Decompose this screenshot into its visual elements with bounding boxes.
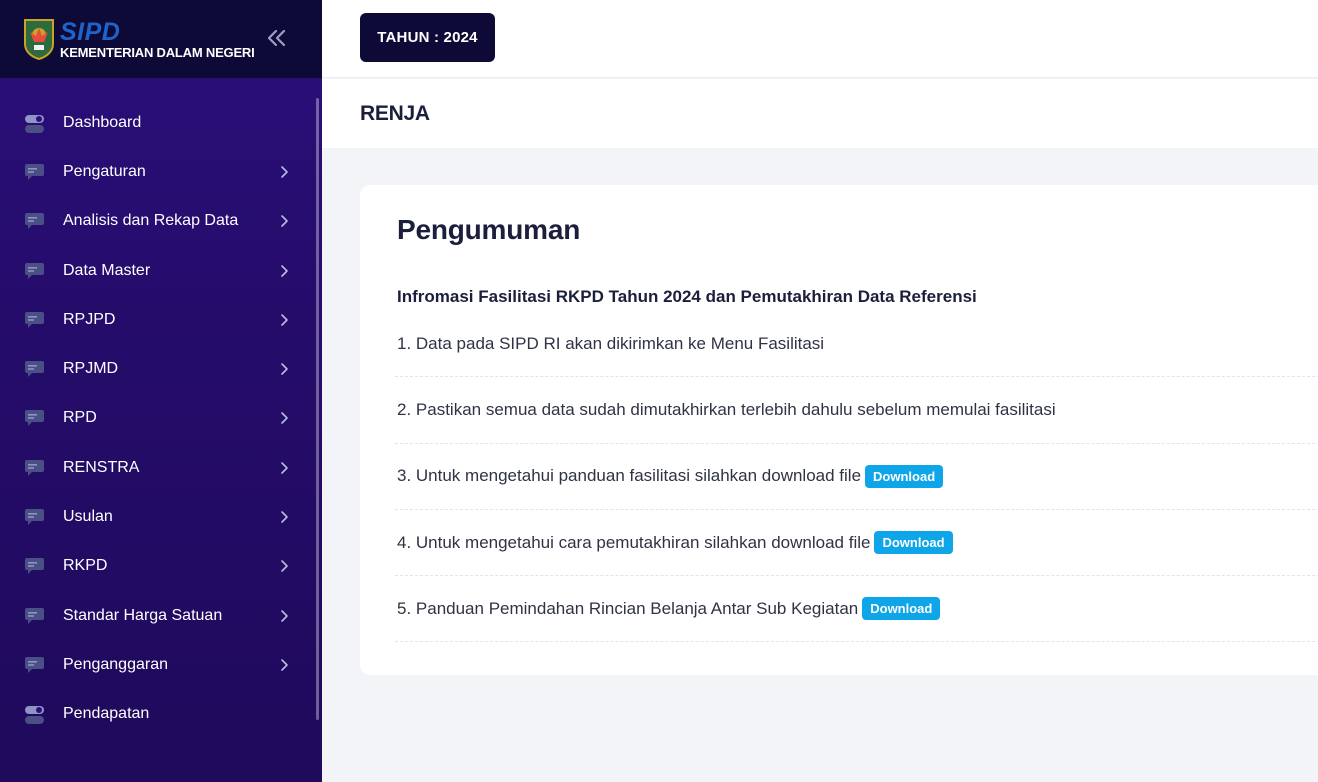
announcement-item: 4. Untuk mengetahui cara pemutakhiran si… xyxy=(395,510,1318,577)
garuda-emblem-icon xyxy=(24,19,54,60)
sidebar-item-label: Analisis dan Rekap Data xyxy=(63,212,239,230)
message-icon xyxy=(24,607,45,625)
sidebar-item-label: Usulan xyxy=(63,508,113,526)
sidebar-item-label: Penganggaran xyxy=(63,655,168,673)
year-selector-button[interactable]: TAHUN : 2024 xyxy=(360,13,495,62)
download-button[interactable]: Download xyxy=(874,531,953,555)
sidebar-item-label: Pendapatan xyxy=(63,705,150,723)
announcement-list: 1. Data pada SIPD RI akan dikirimkan ke … xyxy=(395,311,1318,643)
announcement-item: 1. Data pada SIPD RI akan dikirimkan ke … xyxy=(395,311,1318,378)
sidebar-item-data-master[interactable]: Data Master xyxy=(0,246,316,295)
sidebar-item-label: RPD xyxy=(63,409,97,427)
toggle-icon xyxy=(24,114,45,133)
sidebar-item-dashboard[interactable]: Dashboard xyxy=(0,98,316,147)
announcement-subtitle: Infromasi Fasilitasi RKPD Tahun 2024 dan… xyxy=(397,287,977,306)
sidebar-item-pendapatan[interactable]: Pendapatan xyxy=(0,690,316,739)
announcement-item-text: 3. Untuk mengetahui panduan fasilitasi s… xyxy=(397,466,862,486)
collapse-sidebar-button[interactable] xyxy=(266,27,288,49)
message-icon xyxy=(24,212,45,230)
message-icon xyxy=(24,360,45,378)
chevron-right-icon xyxy=(278,264,290,278)
chevron-right-icon xyxy=(278,609,290,623)
sidebar-item-label: Dashboard xyxy=(63,113,142,131)
sidebar-item-analisis-dan-rekap-data[interactable]: Analisis dan Rekap Data xyxy=(0,197,316,246)
announcement-item-text: 4. Untuk mengetahui cara pemutakhiran si… xyxy=(397,532,871,552)
chevron-right-icon xyxy=(278,559,290,573)
announcement-item: 2. Pastikan semua data sudah dimutakhirk… xyxy=(395,377,1318,444)
download-button[interactable]: Download xyxy=(865,464,944,488)
announcement-item-text: 1. Data pada SIPD RI akan dikirimkan ke … xyxy=(397,333,825,353)
message-icon xyxy=(24,508,45,526)
double-chevron-left-icon xyxy=(267,29,286,47)
chevron-right-icon xyxy=(278,510,290,524)
announcement-item: 3. Untuk mengetahui panduan fasilitasi s… xyxy=(395,444,1318,510)
sidebar-menu: Dashboard Pengaturan Analisis dan Rekap Da… xyxy=(0,98,316,739)
message-icon xyxy=(24,262,45,280)
message-icon xyxy=(24,557,45,575)
sidebar-item-rkpd[interactable]: RKPD xyxy=(0,542,316,591)
page-header: RENJA xyxy=(322,79,1318,148)
message-icon xyxy=(24,409,45,427)
chevron-right-icon xyxy=(278,411,290,425)
announcement-item-text: 5. Panduan Pemindahan Rincian Belanja An… xyxy=(397,598,859,618)
announcement-item: 5. Panduan Pemindahan Rincian Belanja An… xyxy=(395,576,1318,643)
chevron-right-icon xyxy=(278,214,290,228)
sidebar-scrollbar[interactable] xyxy=(316,98,319,720)
message-icon xyxy=(24,656,45,674)
page-title: RENJA xyxy=(360,102,430,125)
chevron-right-icon xyxy=(278,165,290,179)
sidebar-item-pengaturan[interactable]: Pengaturan xyxy=(0,147,316,196)
sidebar-item-rpjmd[interactable]: RPJMD xyxy=(0,344,316,393)
sidebar-item-rpjpd[interactable]: RPJPD xyxy=(0,295,316,344)
brand-header: SIPD KEMENTERIAN DALAM NEGERI xyxy=(0,0,322,78)
sidebar-item-label: RKPD xyxy=(63,557,108,575)
sidebar-item-renstra[interactable]: RENSTRA xyxy=(0,443,316,492)
sidebar-item-label: RPJMD xyxy=(63,360,119,378)
toggle-icon xyxy=(24,705,45,725)
announcement-title: Pengumuman xyxy=(397,214,581,245)
sidebar-item-penganggaran[interactable]: Penganggaran xyxy=(0,640,316,689)
chevron-right-icon xyxy=(278,313,290,327)
sidebar-item-label: RPJPD xyxy=(63,310,116,328)
sidebar-item-label: Standar Harga Satuan xyxy=(63,606,223,624)
brand-title: SIPD xyxy=(60,17,121,46)
topbar: TAHUN : 2024 xyxy=(322,0,1318,78)
sidebar-item-label: Pengaturan xyxy=(63,162,146,180)
sidebar-item-usulan[interactable]: Usulan xyxy=(0,492,316,541)
sidebar-item-rpd[interactable]: RPD xyxy=(0,394,316,443)
announcement-card: Pengumuman Infromasi Fasilitasi RKPD Tah… xyxy=(360,185,1318,675)
brand-subtitle: KEMENTERIAN DALAM NEGERI xyxy=(60,44,255,60)
chevron-right-icon xyxy=(278,461,290,475)
chevron-right-icon xyxy=(278,362,290,376)
message-icon xyxy=(24,163,45,181)
message-icon xyxy=(24,459,45,477)
announcement-item-text: 2. Pastikan semua data sudah dimutakhirk… xyxy=(397,399,1056,419)
sidebar-item-standar-harga-satuan[interactable]: Standar Harga Satuan xyxy=(0,591,316,640)
download-button[interactable]: Download xyxy=(862,597,941,621)
chevron-right-icon xyxy=(278,658,290,672)
message-icon xyxy=(24,311,45,329)
sidebar-item-label: RENSTRA xyxy=(63,458,140,476)
sidebar: SIPD KEMENTERIAN DALAM NEGERI Dashboard P… xyxy=(0,0,322,782)
sidebar-item-label: Data Master xyxy=(63,261,151,279)
